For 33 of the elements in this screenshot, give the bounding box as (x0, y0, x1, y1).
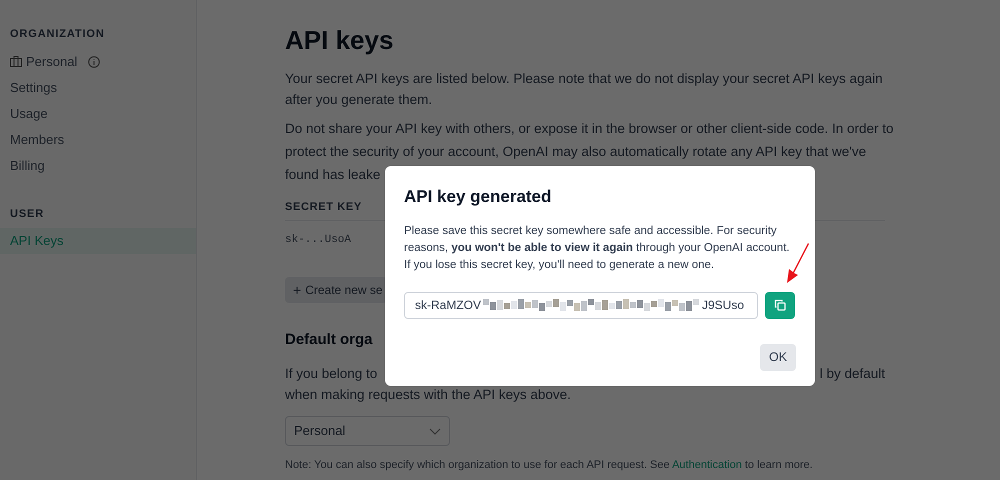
section-title: Default orga (285, 330, 373, 350)
create-key-button[interactable]: + Create new se (285, 277, 387, 303)
description-text: after you generate them. (285, 91, 432, 109)
section-heading: USER (9, 206, 46, 222)
info-icon[interactable] (88, 56, 100, 68)
ok-button[interactable]: OK (760, 344, 796, 370)
sidebar-item[interactable]: API Keys (0, 228, 196, 254)
dialog-message: Please save this secret key somewhere safe and accessible. For security reasons, you won't be able to view it again through your OpenAI account. If you lose this secret key, you'll need to generate a new one. (404, 224, 791, 272)
page-title: API keys (285, 24, 394, 56)
sidebar-item[interactable]: Personal (0, 48, 196, 74)
sidebar-item[interactable]: Billing (0, 152, 196, 178)
sidebar-item[interactable]: Members (0, 126, 196, 152)
description-text: protect the security of your account, OpenAI may also automatically rotate any API key that we've (285, 143, 866, 161)
authentication-link[interactable]: Authentication (672, 459, 742, 471)
copy-button[interactable] (765, 292, 795, 318)
key-field[interactable]: sk-RaMZOV J9SUso (404, 292, 758, 318)
sidebar-item[interactable]: Settings (0, 74, 196, 100)
sidebar-item[interactable]: Usage (0, 100, 196, 126)
description-text: If you belong to (285, 365, 378, 383)
organization-select[interactable]: Personal (285, 416, 450, 446)
briefcase-icon (10, 56, 22, 67)
section-heading: ORGANIZATION (9, 27, 106, 42)
description-text: Do not share your API key with others, or expose it in the browser or other client-side code. In order to (285, 120, 894, 138)
copy-icon (774, 299, 786, 311)
dialog-title: API key generated (404, 186, 552, 208)
note-text: Note: You can also specify which organization to use for each API request. See Authentication to learn more. (285, 458, 813, 472)
table-cell: sk-...UsoA (285, 233, 352, 247)
column-header: SECRET KEY (285, 200, 362, 214)
description-text: l by default (820, 365, 885, 383)
description-text: Your secret API keys are listed below. Please note that we do not display your secret API keys again (285, 70, 883, 88)
description-text: found has leake (285, 166, 380, 184)
description-text: when making requests with the API keys above. (285, 386, 571, 404)
chevron-down-icon (429, 428, 441, 434)
